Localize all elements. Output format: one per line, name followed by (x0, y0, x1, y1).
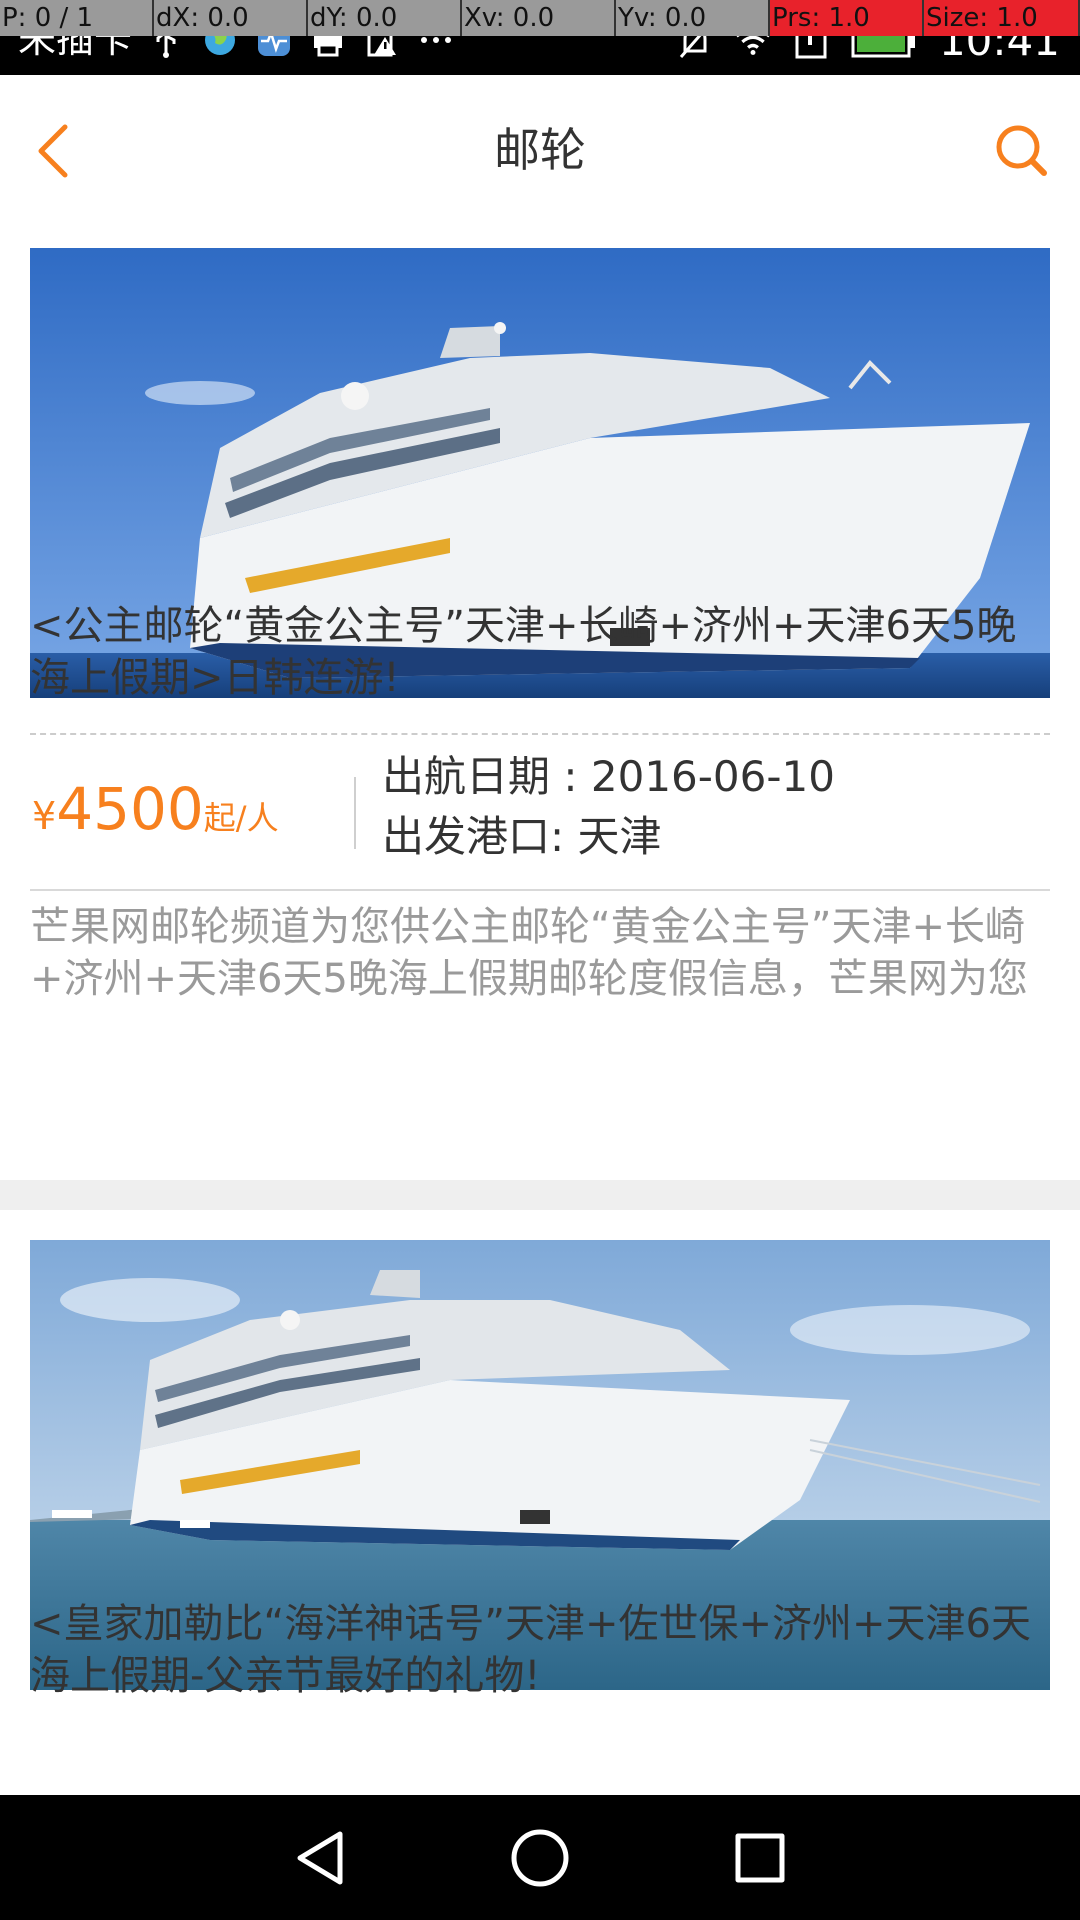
page-title: 邮轮 (494, 123, 586, 177)
debug-yv: Yv: 0.0 (616, 0, 770, 36)
nav-home-button[interactable] (500, 1818, 580, 1898)
price-unit: 起/人 (203, 799, 279, 837)
price-row: ¥4500起/人 出航日期 : 2016-06-10 出发港口: 天津 (30, 735, 1050, 885)
departure-port: 天津 (577, 812, 662, 861)
nav-back-button[interactable] (280, 1818, 360, 1898)
debug-dx: dX: 0.0 (154, 0, 308, 36)
departure-port-label: 出发港口: (382, 812, 565, 861)
debug-xv: Xv: 0.0 (462, 0, 616, 36)
cruise-description: 芒果网邮轮频道为您供公主邮轮“黄金公主号”天津+长崎+济州+天津6天5晚海上假期… (30, 904, 1028, 1002)
app-header: 邮轮 (0, 75, 1080, 225)
triangle-back-icon (297, 1831, 343, 1884)
debug-pointer: P: 0 / 1 (0, 0, 154, 36)
system-nav-bar (0, 1795, 1080, 1920)
departure-date: 2016-06-10 (590, 752, 835, 801)
departure-date-separator: : (550, 752, 591, 801)
currency-symbol: ¥ (32, 794, 57, 838)
departure-date-label: 出航日期 (382, 752, 551, 801)
departure-port-line: 出发港口: 天津 (382, 809, 662, 865)
card-separator (0, 1180, 1080, 1210)
search-icon (996, 125, 1047, 176)
vertical-divider (354, 777, 356, 849)
cruise-title[interactable]: <皇家加勒比“海洋神话号”天津+佐世保+济州+天津6天海上假期-父亲节最好的礼物… (30, 1598, 1050, 1702)
debug-pressure: Prs: 1.0 (770, 0, 924, 36)
circle-home-icon (511, 1829, 569, 1886)
square-recents-icon (735, 1833, 785, 1882)
departure-date-line: 出航日期 : 2016-06-10 (382, 749, 835, 805)
status-bar: 未插卡 10:41 P: 0 / 1 dX: 0.0 dY: 0.0 Xv: 0… (0, 0, 1080, 75)
solid-divider (30, 889, 1050, 891)
price-amount: 4500 (56, 775, 204, 843)
cruise-card[interactable]: <皇家加勒比“海洋神话号”天津+佐世保+济州+天津6天海上假期-父亲节最好的礼物… (0, 1210, 1080, 1795)
cruise-card[interactable]: <公主邮轮“黄金公主号”天津+长崎+济州+天津6天5晚海上假期>日韩连游! ¥4… (0, 225, 1080, 1180)
cruise-title[interactable]: <公主邮轮“黄金公主号”天津+长崎+济州+天津6天5晚海上假期>日韩连游! (30, 600, 1050, 704)
debug-dy: dY: 0.0 (308, 0, 462, 36)
cruise-list[interactable]: <公主邮轮“黄金公主号”天津+长崎+济州+天津6天5晚海上假期>日韩连游! ¥4… (0, 225, 1080, 1795)
debug-size: Size: 1.0 (924, 0, 1080, 36)
price: ¥4500起/人 (32, 775, 279, 843)
pointer-debug-overlay: P: 0 / 1 dX: 0.0 dY: 0.0 Xv: 0.0 Yv: 0.0… (0, 0, 1080, 36)
nav-recents-button[interactable] (720, 1818, 800, 1898)
search-button[interactable] (984, 113, 1060, 189)
